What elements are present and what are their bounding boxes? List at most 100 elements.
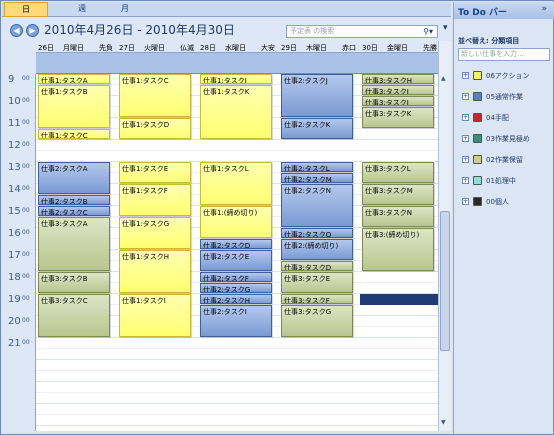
calendar-event[interactable]: 仕事3:タスクC [38, 294, 110, 337]
calendar-event[interactable]: 仕事1:タスクG [119, 217, 191, 249]
day-header[interactable]: 26日 月曜日 先負 [36, 41, 117, 53]
calendar-event[interactable]: 仕事3:タスクK [362, 107, 434, 128]
todo-category-group[interactable]: +04手配 [458, 111, 554, 125]
scroll-up-icon[interactable]: ▲ [441, 75, 446, 82]
calendar-search-input[interactable]: 予定表 の検索 ⚲▾ [286, 25, 438, 38]
all-day-area[interactable] [360, 53, 441, 74]
gutter-header [2, 41, 36, 74]
todo-category-group[interactable]: +05通常作業 [458, 90, 554, 104]
expand-plus-icon[interactable]: + [462, 156, 469, 163]
scrollbar-thumb[interactable] [440, 211, 450, 351]
search-icon[interactable]: ⚲▾ [423, 26, 433, 37]
day-header[interactable]: 28日 水曜日 大安 [198, 41, 279, 53]
calendar-event[interactable]: 仕事3:タスクN [362, 206, 434, 227]
calendar-event[interactable]: 仕事1:タスクI [119, 294, 191, 337]
expand-plus-icon[interactable]: + [462, 114, 469, 121]
expand-plus-icon[interactable]: + [462, 177, 469, 184]
hour-number: 17 [8, 250, 21, 261]
tab-day[interactable]: 日 [4, 2, 48, 17]
todo-category-group[interactable]: +02作業保留 [458, 153, 554, 167]
calendar-event[interactable]: 仕事1:タスクK [200, 85, 272, 139]
todo-category-group[interactable]: +01処理中 [458, 174, 554, 188]
todo-category-group[interactable]: +00個人 [458, 195, 554, 209]
expand-todo-icon[interactable]: » [541, 4, 547, 14]
calendar-event[interactable]: 仕事2:タスクO [281, 228, 353, 238]
calendar-event[interactable]: 仕事1:タスクJ [200, 74, 272, 84]
new-task-input[interactable]: 新しい仕事を入力... [458, 48, 550, 61]
calendar-event[interactable]: 仕事1:(締め切り) [200, 206, 272, 238]
calendar-event[interactable]: 仕事2:タスクM [281, 173, 353, 183]
calendar-event[interactable]: 仕事1:タスクD [119, 118, 191, 139]
calendar-event[interactable]: 仕事2:タスクH [200, 294, 272, 304]
all-day-area[interactable] [117, 53, 198, 74]
vertical-scrollbar[interactable]: ▲ ▼ [438, 41, 451, 431]
todo-category-group[interactable]: +03作業見極め [458, 132, 554, 146]
calendar-event[interactable]: 仕事3:タスクA [38, 217, 110, 271]
hour-label: 9 00 [2, 74, 36, 96]
calendar-event[interactable]: 仕事3:タスクE [281, 272, 353, 293]
calendar-event[interactable]: 仕事3:タスクD [281, 261, 353, 271]
calendar-event[interactable]: 仕事2:タスクF [200, 272, 272, 282]
expand-plus-icon[interactable]: + [462, 72, 469, 79]
forward-arrow-icon[interactable]: ▶ [26, 24, 39, 37]
calendar-event[interactable]: 仕事3:タスクH [362, 74, 434, 84]
calendar-event[interactable]: 仕事2:タスクK [281, 118, 353, 139]
todo-bar: To Do バー » 並べ替え: 分類項目 新しい仕事を入力... +06アクシ… [453, 2, 554, 434]
calendar-event[interactable]: 仕事2:タスクI [200, 305, 272, 337]
calendar-event[interactable]: 仕事2:タスクJ [281, 74, 353, 117]
calendar-event[interactable]: 仕事2:タスクL [281, 162, 353, 172]
hour-label: 21 00 [2, 338, 36, 360]
category-color-icon [473, 92, 482, 101]
todo-sort-label[interactable]: 並べ替え: 分類項目 [458, 36, 519, 46]
calendar-event[interactable]: 仕事2:タスクG [200, 283, 272, 293]
expand-plus-icon[interactable]: + [462, 135, 469, 142]
expand-search-icon[interactable]: ▾ [443, 23, 448, 33]
calendar-event[interactable]: 仕事2:タスクA [38, 162, 110, 194]
day-column: 30日 金曜日 先勝 仕事3:タスクH 仕事3:タスクI 仕事3:タスクJ 仕事3:タスクK… [360, 41, 441, 431]
calendar-event[interactable]: 仕事3:タスクM [362, 184, 434, 205]
calendar-event[interactable]: 仕事1:タスクL [200, 162, 272, 205]
calendar-event[interactable]: 仕事1:タスクF [119, 184, 191, 216]
hour-label: 15 00 [2, 206, 36, 228]
calendar-event[interactable]: 仕事1:タスクC [38, 129, 110, 139]
calendar-event[interactable]: 仕事3:タスクI [362, 85, 434, 95]
expand-plus-icon[interactable]: + [462, 93, 469, 100]
all-day-area[interactable] [36, 53, 117, 74]
back-arrow-icon[interactable]: ◀ [10, 24, 23, 37]
all-day-area[interactable] [198, 53, 279, 74]
calendar-event[interactable]: 仕事3:(締め切り) [362, 228, 434, 271]
day-header[interactable]: 27日 火曜日 仏滅 [117, 41, 198, 53]
tab-month[interactable]: 月 [103, 2, 147, 17]
calendar-event[interactable]: 仕事2:タスクC [38, 206, 110, 216]
calendar-event[interactable]: 仕事1:タスクC [119, 74, 191, 117]
calendar-event[interactable]: 仕事1:タスクA [38, 74, 110, 84]
minute-label: 00 [22, 207, 30, 214]
calendar-event[interactable]: 仕事2:(締め切り) [281, 239, 353, 260]
calendar-event[interactable]: 仕事3:タスクJ [362, 96, 434, 106]
category-color-icon [473, 134, 482, 143]
category-color-icon [473, 113, 482, 122]
calendar-event[interactable]: 仕事1:タスクB [38, 85, 110, 128]
day-header[interactable]: 29日 木曜日 赤口 [279, 41, 360, 53]
day-header-weekday: 木曜日 [306, 44, 327, 52]
tab-week[interactable]: 週 [60, 2, 104, 17]
day-header-note: 赤口 [342, 44, 356, 52]
category-color-icon [473, 197, 482, 206]
calendar-event[interactable]: 仕事1:タスクH [119, 250, 191, 293]
calendar-event[interactable]: 仕事2:タスクE [200, 250, 272, 271]
calendar-event[interactable]: 仕事2:タスクN [281, 184, 353, 227]
expand-plus-icon[interactable]: + [462, 198, 469, 205]
calendar-event[interactable]: 仕事2:タスクD [200, 239, 272, 249]
hour-number: 18 [8, 272, 21, 283]
calendar-event[interactable]: 仕事1:タスクE [119, 162, 191, 183]
selected-time-slot[interactable] [360, 294, 441, 305]
all-day-area[interactable] [279, 53, 360, 74]
todo-category-group[interactable]: +06アクション [458, 69, 554, 83]
calendar-event[interactable]: 仕事3:タスクG [281, 305, 353, 337]
day-header[interactable]: 30日 金曜日 先勝 [360, 41, 441, 53]
calendar-event[interactable]: 仕事2:タスクB [38, 195, 110, 205]
calendar-event[interactable]: 仕事3:タスクL [362, 162, 434, 183]
calendar-event[interactable]: 仕事3:タスクB [38, 272, 110, 293]
scroll-down-icon[interactable]: ▼ [441, 419, 446, 426]
calendar-event[interactable]: 仕事3:タスクF [281, 294, 353, 304]
